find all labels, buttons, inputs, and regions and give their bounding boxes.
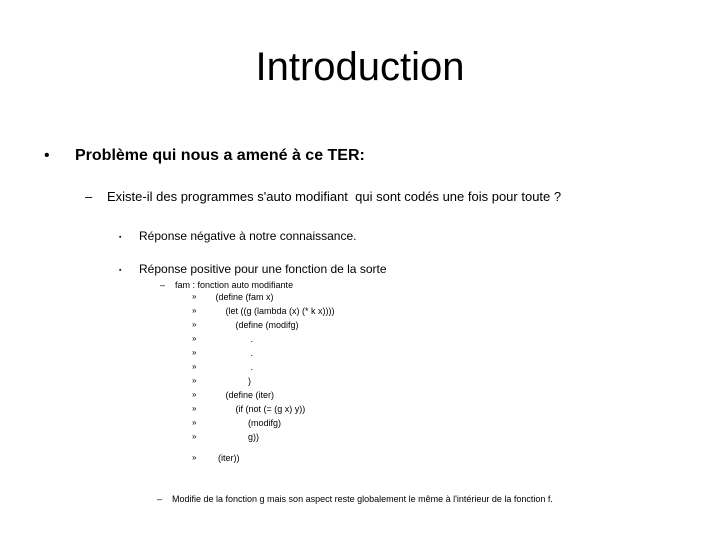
chevron-double-right-icon: » — [192, 320, 197, 329]
chevron-double-right-icon: » — [192, 362, 197, 371]
slide-canvas: Introduction • Problème qui nous a amené… — [0, 0, 720, 540]
chevron-double-right-icon: » — [192, 418, 197, 427]
chevron-double-right-icon: » — [192, 292, 197, 301]
code-line-text: (let ((g (lambda (x) (* k x)))) — [208, 306, 335, 316]
code-line-text: (if (not (= (g x) y)) — [208, 404, 306, 414]
code-line-text: ) — [208, 376, 252, 386]
code-line-text: (iter)) — [208, 453, 240, 463]
code-line-text: . — [208, 362, 254, 372]
chevron-double-right-icon: » — [192, 432, 197, 441]
code-line: » (iter)) — [0, 452, 720, 500]
bullet-level2-label: Existe-il des programmes s'auto modifian… — [107, 189, 562, 204]
bullet-level3-positive-label: Réponse positive pour une fonction de la… — [139, 262, 387, 276]
chevron-double-right-icon: » — [192, 376, 197, 385]
code-line-text: (define (iter) — [208, 390, 275, 400]
bullet-square-icon: ▪ — [119, 234, 122, 241]
chevron-double-right-icon: » — [192, 334, 197, 343]
bullet-level1-label: Problème qui nous a amené à ce TER: — [75, 147, 365, 164]
chevron-double-right-icon: » — [192, 390, 197, 399]
code-line-text: (define (modifg) — [208, 320, 299, 330]
bullet-dash-icon: – — [160, 280, 166, 290]
closing-note-label: Modifie de la fonction g mais son aspect… — [172, 494, 553, 504]
bullet-level4-label: fam : fonction auto modifiante — [175, 280, 294, 290]
page-title: Introduction — [255, 45, 465, 89]
bullet-dash-icon: – — [85, 189, 93, 204]
bullet-dot-icon: • — [44, 147, 50, 164]
chevron-double-right-icon: » — [192, 306, 197, 315]
code-line-text: (modifg) — [208, 418, 282, 428]
chevron-double-right-icon: » — [192, 453, 197, 462]
bullet-level3-negative-label: Réponse négative à notre connaissance. — [139, 229, 357, 243]
code-line-text: (define (fam x) — [208, 292, 274, 302]
chevron-double-right-icon: » — [192, 348, 197, 357]
bullet-dash-icon: – — [157, 494, 163, 504]
bullet-square-icon: ▪ — [119, 267, 122, 274]
code-line-text: . — [208, 334, 254, 344]
chevron-double-right-icon: » — [192, 404, 197, 413]
code-line-text: . — [208, 348, 254, 358]
code-line-text: g)) — [208, 432, 260, 442]
